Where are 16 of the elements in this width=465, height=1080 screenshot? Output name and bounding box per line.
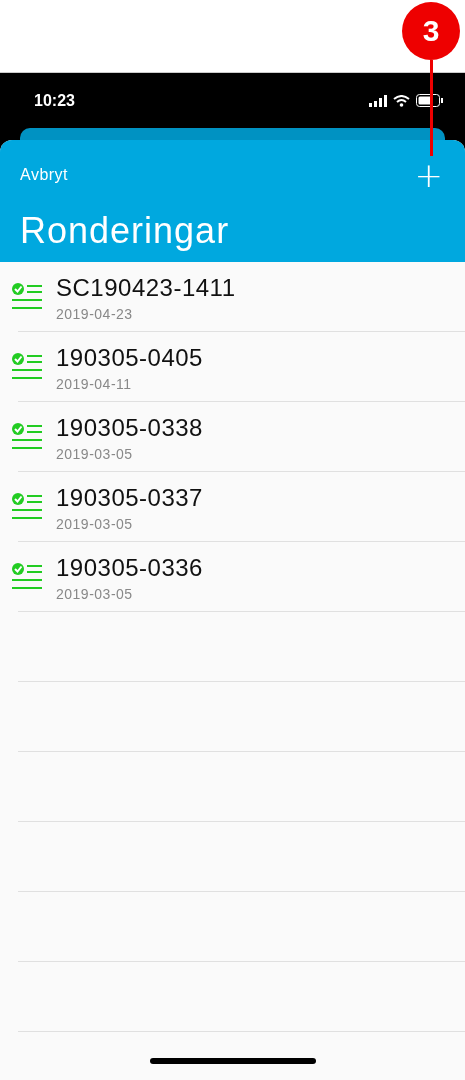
battery-icon [416, 94, 443, 107]
status-time: 10:23 [34, 91, 75, 110]
callout-number: 3 [402, 2, 460, 60]
signal-icon [369, 94, 387, 107]
round-title[interactable]: 190305-0405 [56, 344, 203, 372]
round-date: 2019-03-05 [56, 586, 134, 602]
round-title[interactable]: 190305-0337 [56, 484, 203, 512]
round-title[interactable]: SC190423-1411 [56, 274, 236, 302]
round-date: 2019-04-11 [56, 376, 133, 392]
round-date: 2019-03-05 [56, 516, 134, 532]
round-title[interactable]: 190305-0336 [56, 554, 203, 582]
page-title: Ronderingar [20, 210, 231, 252]
wifi-icon [393, 94, 410, 107]
round-date: 2019-04-23 [56, 306, 134, 322]
round-date: 2019-03-05 [56, 446, 134, 462]
round-title[interactable]: 190305-0338 [56, 414, 203, 442]
